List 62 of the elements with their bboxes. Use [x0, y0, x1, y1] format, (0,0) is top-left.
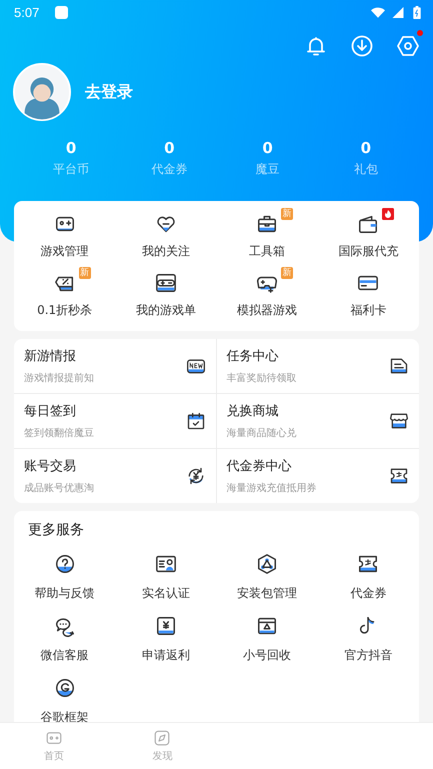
- new-badge: 新: [281, 267, 294, 279]
- section-title: 更多服务: [27, 521, 85, 539]
- stat-value: 0: [66, 139, 76, 157]
- new-badge: 新: [281, 208, 294, 220]
- service-label[interactable]: 微信客服: [40, 647, 89, 664]
- stat-value: 0: [262, 139, 273, 157]
- service-label[interactable]: 小号回收: [243, 647, 292, 664]
- menu-label[interactable]: 游戏管理: [40, 243, 89, 260]
- feature-subtitle: 签到领翻倍魔豆: [24, 426, 95, 440]
- feature-subtitle: 游戏情报提前知: [24, 372, 95, 385]
- bell-icon[interactable]: [304, 34, 328, 58]
- hexagon-nodes-icon[interactable]: [256, 553, 278, 575]
- service-label[interactable]: 帮助与反馈: [34, 585, 95, 602]
- menu-label[interactable]: 我的游戏单: [136, 302, 196, 319]
- calendar-check-icon[interactable]: [186, 411, 206, 431]
- feature-title[interactable]: 任务中心: [226, 347, 389, 365]
- signal-icon: [391, 6, 405, 18]
- feature-title[interactable]: 账号交易: [24, 457, 186, 475]
- fire-badge-icon: [382, 208, 394, 220]
- feature-subtitle: 丰富奖励待领取: [226, 372, 298, 385]
- service-label[interactable]: 安装包管理: [237, 585, 298, 602]
- service-label[interactable]: 实名认证: [142, 585, 190, 602]
- document-icon[interactable]: [389, 356, 409, 376]
- store-icon[interactable]: [389, 411, 409, 431]
- avatar[interactable]: [13, 63, 71, 121]
- service-label[interactable]: 代金券: [350, 585, 386, 602]
- feature-subtitle: 海量游戏充值抵用券: [226, 482, 318, 495]
- settings-icon[interactable]: [396, 34, 420, 58]
- wallet-icon[interactable]: [357, 213, 380, 235]
- id-card-icon[interactable]: [154, 553, 177, 575]
- status-time: 5:07: [14, 4, 40, 20]
- service-label[interactable]: 谷歌框架: [40, 709, 89, 726]
- toolbox-icon[interactable]: [256, 213, 278, 235]
- new-badge: 新: [78, 267, 91, 279]
- menu-label[interactable]: 0.1折秒杀: [37, 302, 92, 319]
- stat-value: 0: [360, 139, 372, 157]
- wifi-icon: [371, 6, 385, 18]
- stat-value: 0: [164, 139, 175, 157]
- notification-icon: [55, 6, 68, 18]
- feature-title[interactable]: 兑换商城: [226, 402, 389, 420]
- coupon-icon[interactable]: [357, 553, 380, 575]
- service-label[interactable]: 官方抖音: [344, 647, 392, 664]
- download-icon[interactable]: [350, 34, 374, 58]
- yen-exchange-icon[interactable]: [186, 466, 206, 486]
- menu-label[interactable]: 福利卡: [350, 302, 386, 319]
- g-letter-icon[interactable]: [54, 677, 76, 699]
- feature-subtitle: 成品账号优惠淘: [24, 482, 95, 495]
- feature-title[interactable]: 代金券中心: [226, 457, 389, 475]
- service-label[interactable]: 申请返利: [142, 647, 190, 664]
- menu-label[interactable]: 模拟器游戏: [237, 302, 298, 319]
- controller-icon[interactable]: [154, 272, 177, 294]
- feature-title[interactable]: 新游情报: [24, 347, 186, 365]
- coupon-icon[interactable]: [389, 466, 409, 486]
- menu-label[interactable]: 国际服代充: [338, 243, 398, 260]
- battery-icon: [413, 6, 421, 18]
- recycle-box-icon[interactable]: [256, 615, 278, 637]
- feature-subtitle: 海量商品随心兑: [226, 426, 298, 440]
- feature-title[interactable]: 每日签到: [24, 402, 186, 420]
- menu-label[interactable]: 工具箱: [249, 243, 286, 260]
- yen-icon[interactable]: [154, 615, 177, 637]
- menu-label[interactable]: 我的关注: [142, 243, 190, 260]
- help-icon[interactable]: [54, 553, 76, 575]
